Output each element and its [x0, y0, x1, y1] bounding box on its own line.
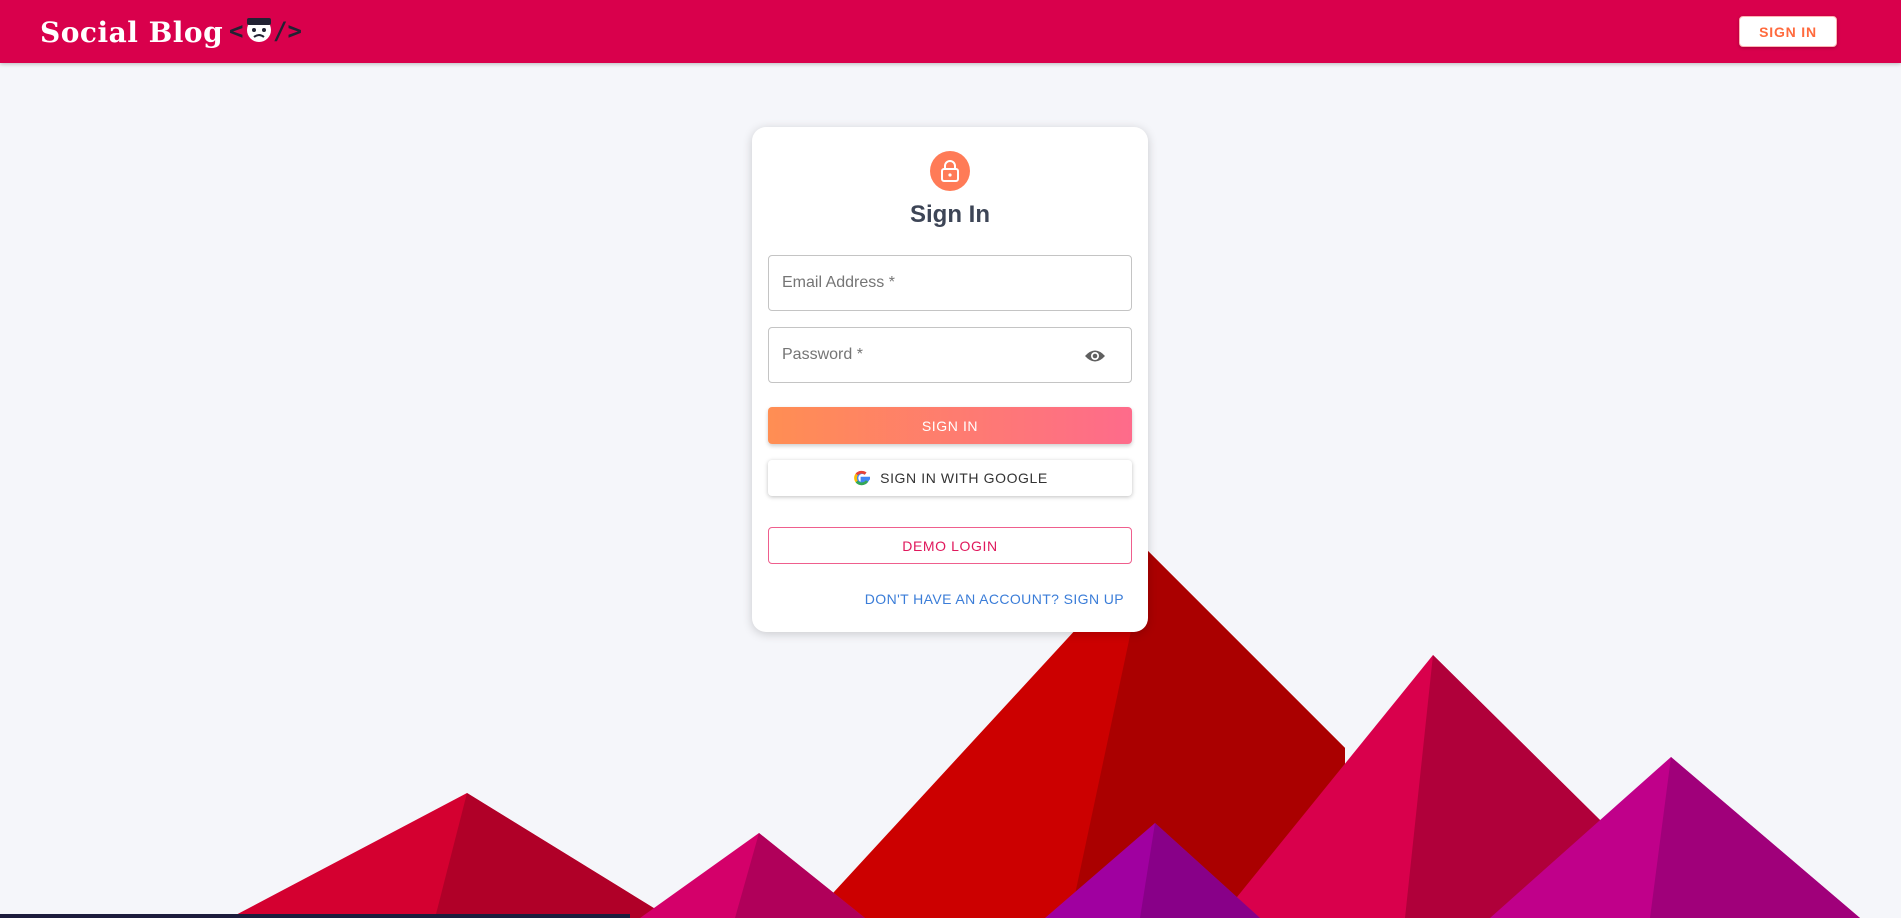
lock-icon: [930, 151, 970, 191]
signup-link[interactable]: DON'T HAVE AN ACCOUNT? SIGN UP: [865, 591, 1124, 607]
signin-card: Sign In Email Address * Password * SIGN …: [752, 127, 1148, 632]
bottom-scroll-strip: [0, 914, 630, 918]
signin-button[interactable]: SIGN IN: [768, 407, 1132, 444]
demo-login-button[interactable]: DEMO LOGIN: [768, 527, 1132, 564]
google-signin-button[interactable]: SIGN IN WITH GOOGLE: [768, 460, 1132, 496]
svg-text:<: <: [229, 17, 243, 45]
password-field[interactable]: Password *: [768, 327, 1132, 383]
logo[interactable]: Social Blog < />: [40, 12, 307, 53]
google-icon: [852, 468, 872, 488]
eye-icon[interactable]: [1083, 345, 1107, 367]
logo-text: Social Blog: [40, 16, 224, 49]
header-signin-button[interactable]: SIGN IN: [1739, 16, 1837, 47]
page-title: Sign In: [910, 201, 990, 228]
app-bar: Social Blog < /> SIGN IN: [0, 0, 1901, 63]
password-placeholder: Password *: [782, 346, 863, 363]
email-placeholder: Email Address *: [782, 274, 895, 291]
google-signin-label: SIGN IN WITH GOOGLE: [880, 470, 1048, 486]
svg-text:/>: />: [273, 17, 302, 45]
logo-mascot-icon: < />: [227, 12, 307, 53]
email-field[interactable]: Email Address *: [768, 255, 1132, 311]
